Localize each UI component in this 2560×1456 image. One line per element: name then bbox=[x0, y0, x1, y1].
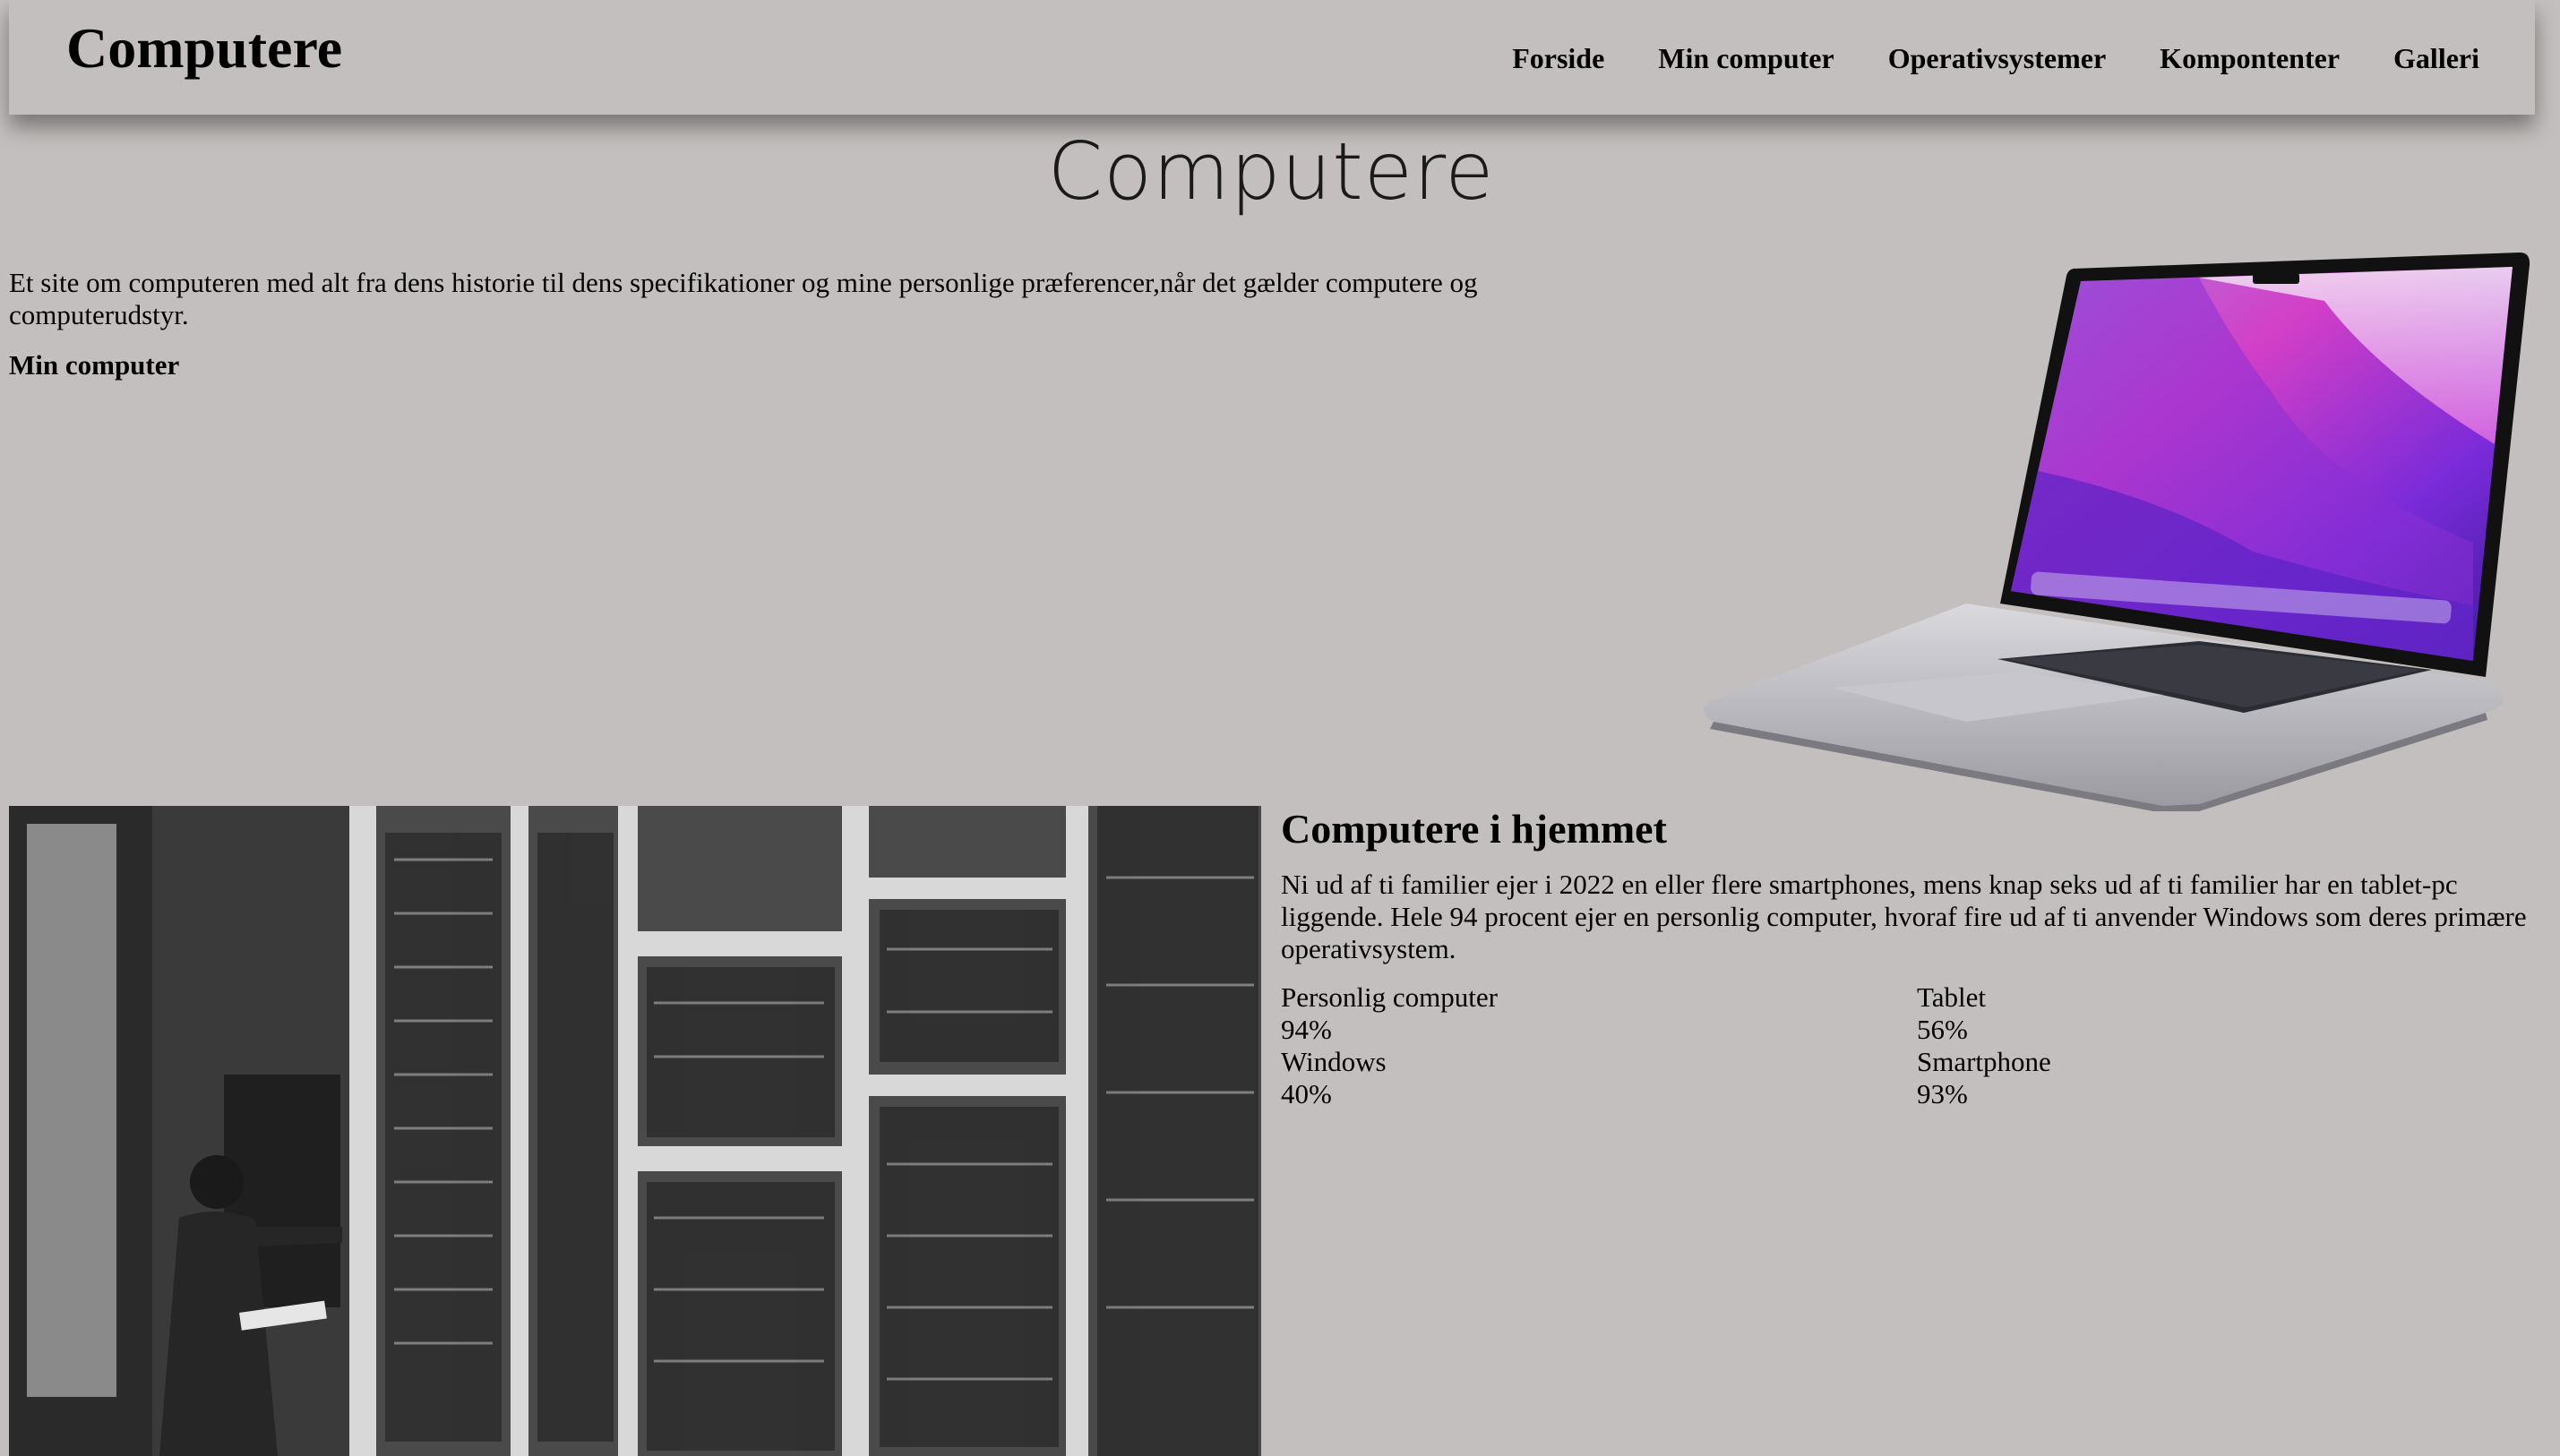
stat-personal-computer: Personlig computer 94% bbox=[1281, 981, 1917, 1046]
stat-value: 94% bbox=[1281, 1014, 1332, 1045]
stats-grid: Personlig computer 94% Tablet 56% Window… bbox=[1281, 981, 2544, 1110]
nav-link-kompontenter[interactable]: Kompontenter bbox=[2160, 38, 2340, 79]
stat-tablet: Tablet 56% bbox=[1917, 981, 2544, 1046]
nav-link-galleri[interactable]: Galleri bbox=[2393, 38, 2479, 79]
stat-label: Personlig computer bbox=[1281, 981, 1498, 1013]
vintage-computer-photo bbox=[9, 806, 1261, 1456]
laptop-image bbox=[1704, 253, 2530, 811]
nav-list: Forside Min computer Operativsystemer Ko… bbox=[1458, 38, 2479, 79]
stat-value: 56% bbox=[1917, 1014, 1968, 1045]
home-computers-section: Computere i hjemmet Ni ud af ti familier… bbox=[1281, 802, 2544, 1110]
nav-link-operativsystemer[interactable]: Operativsystemer bbox=[1888, 38, 2106, 79]
page: Computere Forside Min computer Operativs… bbox=[0, 0, 2560, 1456]
page-title: Computere bbox=[1047, 125, 1495, 218]
nav-link-min-computer[interactable]: Min computer bbox=[1658, 38, 1834, 79]
section-heading: Computere i hjemmet bbox=[1281, 806, 1667, 852]
stat-label: Tablet bbox=[1917, 981, 1987, 1013]
nav-link-forside[interactable]: Forside bbox=[1512, 38, 1604, 79]
site-header: Computere Forside Min computer Operativs… bbox=[9, 0, 2535, 115]
stat-value: 40% bbox=[1281, 1078, 1332, 1109]
stat-windows: Windows 40% bbox=[1281, 1046, 1917, 1110]
site-logo[interactable]: Computere bbox=[66, 13, 342, 84]
stat-smartphone: Smartphone 93% bbox=[1917, 1046, 2544, 1110]
section-body: Ni ud af ti familier ejer i 2022 en elle… bbox=[1281, 869, 2527, 964]
min-computer-link[interactable]: Min computer bbox=[9, 349, 179, 381]
stat-label: Smartphone bbox=[1917, 1046, 2051, 1077]
intro-text: Et site om computeren med alt fra dens h… bbox=[9, 267, 1478, 330]
stat-value: 93% bbox=[1917, 1078, 1968, 1109]
stat-label: Windows bbox=[1281, 1046, 1387, 1077]
